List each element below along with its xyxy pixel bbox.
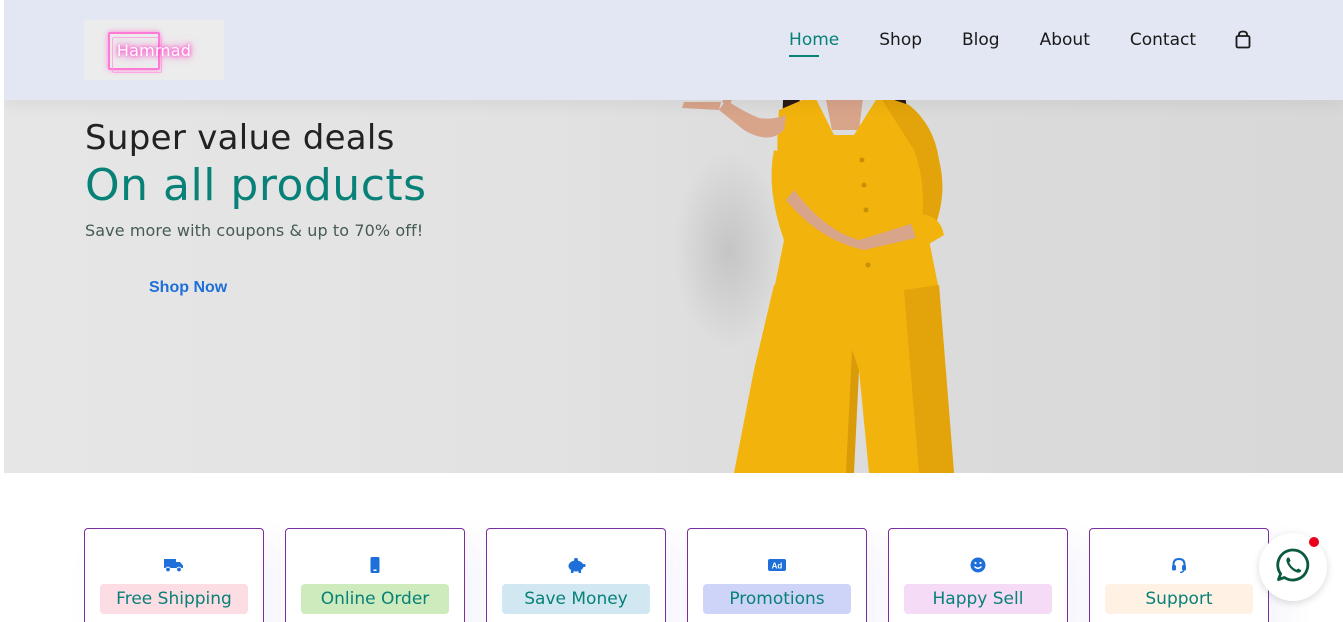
feature-card-happy-sell[interactable]: Happy Sell [888, 528, 1068, 622]
smile-icon [968, 556, 988, 574]
hero-model-image [682, 90, 954, 473]
hero-description: Save more with coupons & up to 70% off! [85, 221, 424, 240]
shopping-bag-icon[interactable] [1234, 30, 1252, 50]
logo-mark: Hammad [108, 32, 200, 73]
mobile-icon [365, 556, 385, 574]
hero-text: Super value deals On all products Save m… [85, 118, 427, 240]
nav-shop[interactable]: Shop [879, 30, 922, 56]
feature-label: Save Money [502, 584, 650, 614]
feature-label: Happy Sell [904, 584, 1052, 614]
logo[interactable]: Hammad [84, 20, 224, 80]
features-section: Free Shipping Online Order Save Money Ad… [84, 528, 1290, 622]
nav-about[interactable]: About [1040, 30, 1090, 56]
feature-label: Online Order [301, 584, 449, 614]
svg-text:Ad: Ad [772, 562, 783, 571]
nav-home[interactable]: Home [789, 30, 839, 57]
nav-blog[interactable]: Blog [962, 30, 1000, 56]
page: Hammad Home Shop Blog About Contact Supe… [4, 0, 1343, 622]
feature-card-online-order[interactable]: Online Order [285, 528, 465, 622]
feature-card-save-money[interactable]: Save Money [486, 528, 666, 622]
piggy-bank-icon [566, 556, 586, 574]
main-nav: Home Shop Blog About Contact [789, 30, 1252, 57]
logo-text: Hammad [116, 40, 192, 60]
hero-subheading: Super value deals [85, 118, 395, 158]
whatsapp-button[interactable] [1259, 533, 1327, 601]
notification-dot [1309, 537, 1319, 547]
feature-label: Support [1105, 584, 1253, 614]
whatsapp-icon [1275, 547, 1311, 588]
feature-card-free-shipping[interactable]: Free Shipping [84, 528, 264, 622]
hero-heading: On all products [85, 160, 427, 211]
shop-now-button[interactable]: Shop Now [149, 279, 227, 297]
feature-label: Free Shipping [100, 584, 248, 614]
feature-card-promotions[interactable]: Ad Promotions [687, 528, 867, 622]
ad-icon: Ad [767, 556, 787, 574]
site-header: Hammad Home Shop Blog About Contact [4, 0, 1343, 100]
headset-icon [1169, 556, 1189, 574]
feature-card-support[interactable]: Support [1089, 528, 1269, 622]
truck-icon [164, 556, 184, 574]
nav-contact[interactable]: Contact [1130, 30, 1196, 56]
feature-label: Promotions [703, 584, 851, 614]
